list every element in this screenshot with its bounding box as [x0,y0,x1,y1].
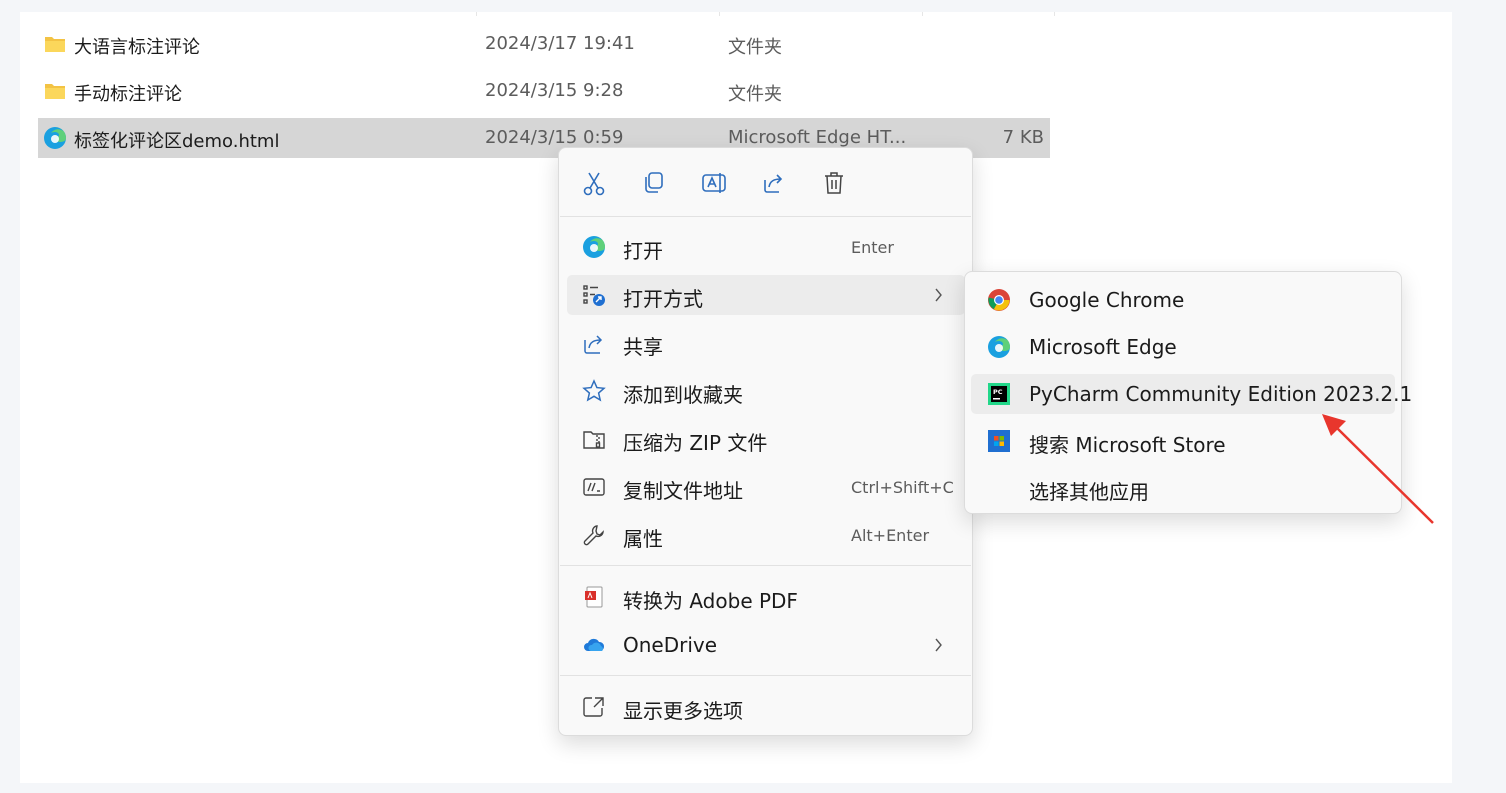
menu-separator [560,675,971,676]
menu-item-show-more-options[interactable]: 显示更多选项 [567,687,965,727]
adobe-pdf-icon [585,586,603,608]
microsoft-store-icon [988,430,1010,452]
menu-item-convert-pdf[interactable]: 转换为 Adobe PDF [567,577,965,617]
rename-icon[interactable] [699,168,729,198]
column-separator [719,12,720,16]
copy-icon[interactable] [639,168,669,198]
more-options-icon [583,697,604,717]
menu-item-label: 打开方式 [623,287,703,311]
menu-item-copy-path[interactable]: 复制文件地址 Ctrl+Shift+C [567,467,965,507]
column-separator [476,12,477,16]
submenu-item-label: 搜索 Microsoft Store [1029,433,1226,457]
menu-item-compress-zip[interactable]: 压缩为 ZIP 文件 [567,419,965,459]
file-name: 手动标注评论 [74,84,182,105]
svg-text:PC: PC [993,388,1003,396]
menu-item-label: 转换为 Adobe PDF [623,589,798,613]
column-separator [922,12,923,16]
file-name: 大语言标注评论 [74,37,200,58]
menu-item-shortcut: Ctrl+Shift+C [851,478,954,497]
submenu-item-label: Google Chrome [1029,288,1185,312]
menu-item-label: 添加到收藏夹 [623,383,743,407]
submenu-item-label: 选择其他应用 [1029,480,1149,504]
submenu-item-choose-other-app[interactable]: 选择其他应用 [971,468,1395,508]
menu-item-onedrive[interactable]: OneDrive [567,625,965,665]
edge-icon [583,236,605,258]
submenu-item-label: Microsoft Edge [1029,335,1177,359]
menu-item-label: OneDrive [623,633,718,657]
menu-item-label: 复制文件地址 [623,479,743,503]
folder-icon [45,84,65,99]
file-name: 标签化评论区demo.html [74,131,280,152]
copy-path-icon [583,478,605,496]
column-separator [1054,12,1055,16]
file-size: 7 KB [1002,127,1044,148]
pycharm-icon: PC [988,383,1010,405]
menu-item-label: 打开 [623,239,663,263]
submenu-item-label: PyCharm Community Edition 2023.2.1 [1029,382,1413,406]
delete-icon[interactable] [819,168,849,198]
submenu-item-microsoft-edge[interactable]: Microsoft Edge [971,327,1395,367]
share-icon[interactable] [759,168,789,198]
menu-item-label: 属性 [623,527,663,551]
menu-item-shortcut: Enter [851,238,894,257]
file-date: 2024/3/17 19:41 [485,33,635,54]
context-menu-toolbar [559,148,972,216]
star-icon [582,379,606,402]
file-date: 2024/3/15 0:59 [485,127,624,148]
menu-item-share[interactable]: 共享 [567,323,965,363]
file-row-folder[interactable]: 手动标注评论 2024/3/15 9:28 文件夹 [38,71,1050,111]
context-menu: 打开 Enter 打开方式 共享 添加到收藏夹 压缩为 ZIP 文件 复制文件地… [558,147,973,736]
zip-icon [583,431,605,449]
menu-separator [560,216,971,217]
wrench-icon [583,525,604,546]
menu-item-label: 压缩为 ZIP 文件 [623,431,768,455]
open-with-icon [583,285,605,306]
edge-icon [44,127,66,149]
menu-item-shortcut: Alt+Enter [851,526,930,545]
file-type: Microsoft Edge HT... [728,127,907,148]
menu-item-open[interactable]: 打开 Enter [567,227,965,267]
submenu-item-pycharm[interactable]: PC PyCharm Community Edition 2023.2.1 [971,374,1412,414]
menu-item-label: 共享 [623,335,663,359]
menu-item-properties[interactable]: 属性 Alt+Enter [567,515,965,555]
open-with-submenu: Google Chrome Microsoft Edge PC PyCharm … [964,271,1412,514]
submenu-item-google-chrome[interactable]: Google Chrome [971,280,1395,320]
menu-separator [560,565,971,566]
chevron-right-icon [935,288,942,302]
chevron-right-icon [935,638,942,652]
file-type: 文件夹 [728,37,782,58]
menu-item-open-with[interactable]: 打开方式 [567,275,965,315]
menu-item-label: 显示更多选项 [623,699,743,723]
file-date: 2024/3/15 9:28 [485,80,624,101]
cut-icon[interactable] [579,168,609,198]
file-type: 文件夹 [728,84,782,105]
folder-icon [45,37,65,52]
edge-icon [988,336,1010,358]
file-row-folder[interactable]: 大语言标注评论 2024/3/17 19:41 文件夹 [38,24,1050,64]
menu-item-add-favorites[interactable]: 添加到收藏夹 [567,371,965,411]
onedrive-icon [584,638,605,651]
share-icon [584,335,603,354]
submenu-item-microsoft-store[interactable]: 搜索 Microsoft Store [971,421,1395,461]
chrome-icon [988,289,1010,311]
